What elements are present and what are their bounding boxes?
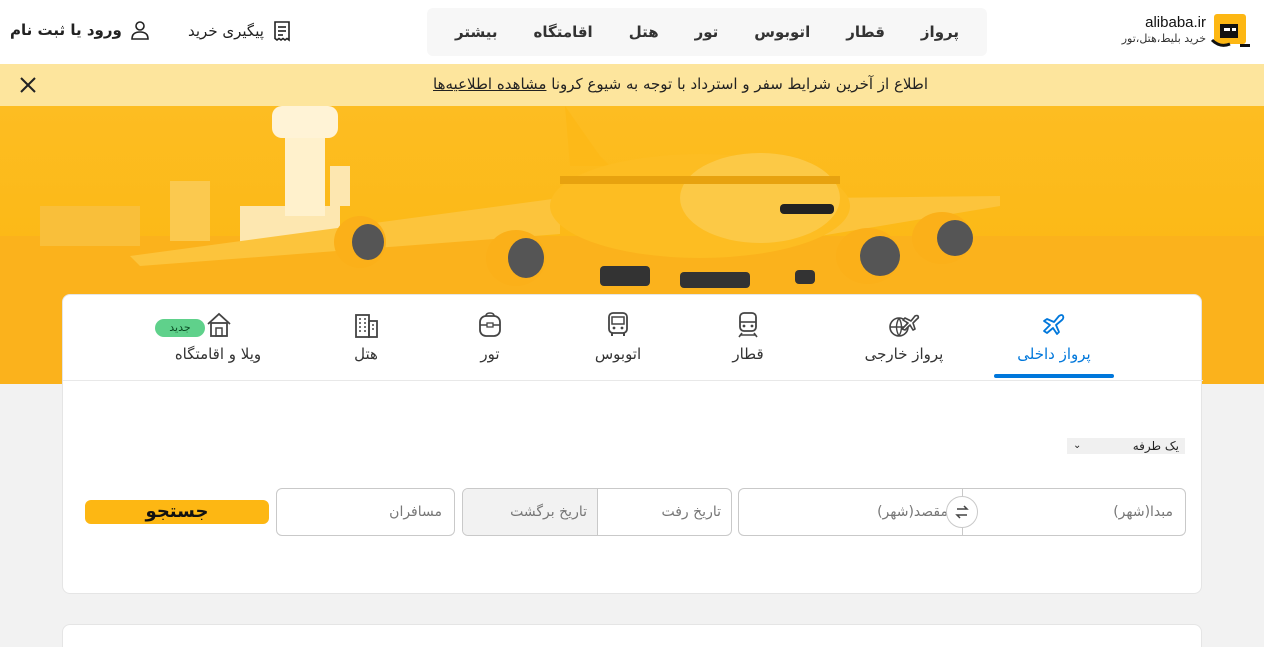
user-icon xyxy=(131,21,149,40)
tab-domestic-flight[interactable]: پرواز داخلی xyxy=(989,311,1119,381)
tab-international-flight[interactable]: پرواز خارجی xyxy=(839,311,969,381)
tab-label: پرواز داخلی xyxy=(1017,345,1091,363)
origin-input[interactable]: مبدا(شهر) xyxy=(963,489,1185,535)
field-divider xyxy=(597,489,598,535)
tab-label: هتل xyxy=(354,345,378,363)
nav-item-flight[interactable]: پرواز xyxy=(921,23,959,41)
tab-label: ویلا و اقامتگاه xyxy=(174,345,262,363)
tab-label: اتوبوس xyxy=(594,345,642,363)
receipt-icon xyxy=(274,21,290,42)
tab-bus[interactable]: اتوبوس xyxy=(553,311,683,381)
house-icon xyxy=(207,312,231,337)
nav-item-hotel[interactable]: هتل xyxy=(629,23,659,41)
brand-logo[interactable]: alibaba.ir خرید بلیط،هتل،تور xyxy=(1102,10,1252,54)
main-nav: پرواز قطار اتوبوس تور هتل اقامتگاه بیشتر xyxy=(427,8,987,56)
login-label: ورود یا ثبت نام xyxy=(10,21,122,39)
brand-name: alibaba.ir xyxy=(1145,14,1206,31)
notice-text: اطلاع از آخرین شرایط سفر و استرداد با تو… xyxy=(433,75,928,93)
destination-input[interactable]: مقصد(شهر) xyxy=(740,489,960,535)
nav-item-more[interactable]: بیشتر xyxy=(455,23,497,41)
chevron-down-icon: ⌄ xyxy=(1073,440,1082,451)
nav-item-bus[interactable]: اتوبوس xyxy=(754,23,810,41)
brand-tagline: خرید بلیط،هتل،تور xyxy=(1121,32,1206,45)
globe-airplane-icon xyxy=(889,314,920,337)
train-icon xyxy=(738,312,758,338)
trip-type-select[interactable]: یک طرفه ⌄ xyxy=(1067,438,1185,454)
nav-item-residence[interactable]: اقامتگاه xyxy=(533,23,592,41)
building-icon xyxy=(355,314,378,338)
login-button[interactable]: ورود یا ثبت نام xyxy=(10,20,150,40)
service-tabs: پرواز داخلی پرواز خارجی قطار اتوبوس تور … xyxy=(63,295,1203,381)
airplane-icon xyxy=(1043,314,1065,335)
suitcase-icon xyxy=(479,312,501,337)
new-badge: جدید xyxy=(155,319,205,337)
swap-icon xyxy=(955,505,969,519)
date-fields: تاریخ رفت تاریخ برگشت xyxy=(462,488,732,536)
origin-destination-field: مبدا(شهر) مقصد(شهر) xyxy=(738,488,1186,536)
logo-icon xyxy=(1210,14,1250,47)
secondary-card xyxy=(62,624,1202,647)
notice-message: اطلاع از آخرین شرایط سفر و استرداد با تو… xyxy=(551,75,928,93)
search-button[interactable]: جستجو xyxy=(85,500,269,524)
passengers-input[interactable]: مسافران xyxy=(276,488,455,536)
active-tab-indicator xyxy=(994,374,1114,378)
return-date-input[interactable]: تاریخ برگشت xyxy=(463,489,597,535)
badge-label: جدید xyxy=(169,321,191,334)
track-order-label: پیگیری خرید xyxy=(188,22,264,40)
top-header: alibaba.ir خرید بلیط،هتل،تور پرواز قطار … xyxy=(0,0,1264,64)
tab-label: پرواز خارجی xyxy=(864,345,944,363)
swap-button[interactable] xyxy=(946,496,978,528)
tab-hotel[interactable]: هتل xyxy=(301,311,431,381)
notice-bar: اطلاع از آخرین شرایط سفر و استرداد با تو… xyxy=(0,64,1264,106)
nav-item-train[interactable]: قطار xyxy=(846,23,885,41)
nav-item-tour[interactable]: تور xyxy=(695,23,719,41)
trip-type-value: یک طرفه xyxy=(1132,439,1179,453)
track-order-button[interactable]: پیگیری خرید xyxy=(188,20,292,42)
tab-label: قطار xyxy=(732,345,764,363)
notice-link[interactable]: مشاهده اطلاعیه‌ها xyxy=(433,75,546,93)
bus-icon xyxy=(608,312,628,336)
close-icon[interactable] xyxy=(18,75,38,95)
depart-date-input[interactable]: تاریخ رفت xyxy=(597,489,731,535)
tab-label: تور xyxy=(480,345,500,363)
tab-train[interactable]: قطار xyxy=(683,311,813,381)
search-card: پرواز داخلی پرواز خارجی قطار اتوبوس تور … xyxy=(62,294,1203,594)
tab-tour[interactable]: تور xyxy=(425,311,555,381)
